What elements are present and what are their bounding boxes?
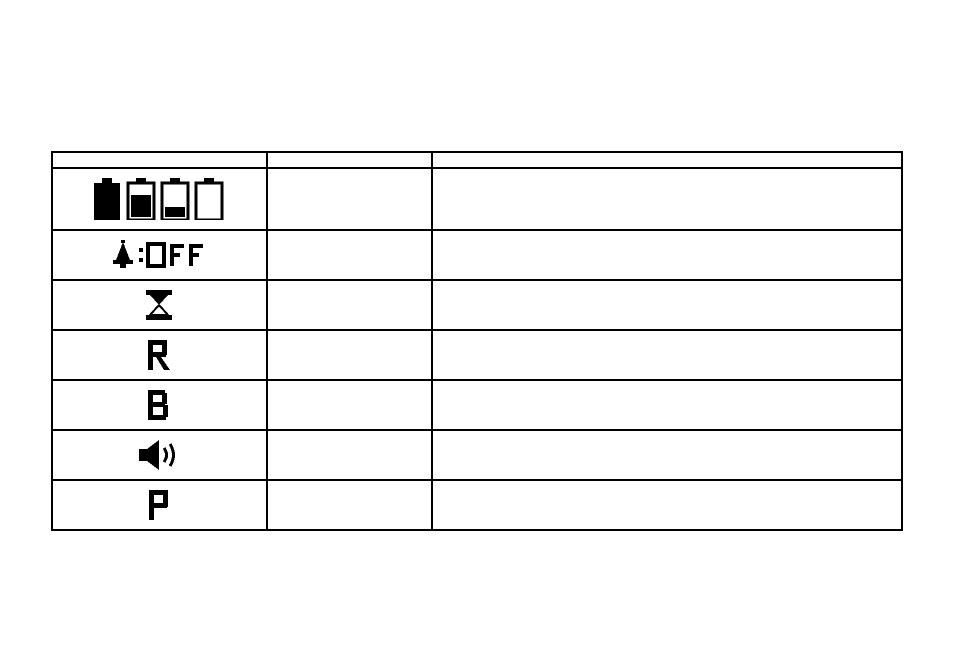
timer-icon [146,290,172,320]
cell [267,230,432,280]
cell [432,330,902,380]
cell [432,430,902,480]
battery-levels-icon [94,178,224,220]
icon-cell [52,280,267,330]
icon-cell [52,480,267,530]
icon-cell [52,430,267,480]
header-cell-1 [52,152,267,168]
table-row [52,168,902,230]
cell [267,168,432,230]
cell [267,280,432,330]
table-row [52,230,902,280]
cell [267,330,432,380]
icon-cell [52,380,267,430]
cell [432,480,902,530]
cell [267,430,432,480]
header-cell-3 [432,152,902,168]
letter-P-icon [149,490,169,520]
cell [267,380,432,430]
cell [267,480,432,530]
header-cell-2 [267,152,432,168]
table-row [52,430,902,480]
cell [432,280,902,330]
table-row [52,330,902,380]
cell [432,168,902,230]
icon-cell [52,330,267,380]
icon-cell [52,230,267,280]
cell [432,230,902,280]
table-header-row [52,152,902,168]
cell [432,380,902,430]
icon-cell [52,168,267,230]
letter-R-icon [148,340,170,370]
letter-B-icon [148,390,170,420]
lcd-indicator-table [51,151,903,531]
table-row [52,280,902,330]
bell-off-icon [113,240,205,270]
speaker-icon [139,440,179,470]
table-row [52,480,902,530]
table-row [52,380,902,430]
